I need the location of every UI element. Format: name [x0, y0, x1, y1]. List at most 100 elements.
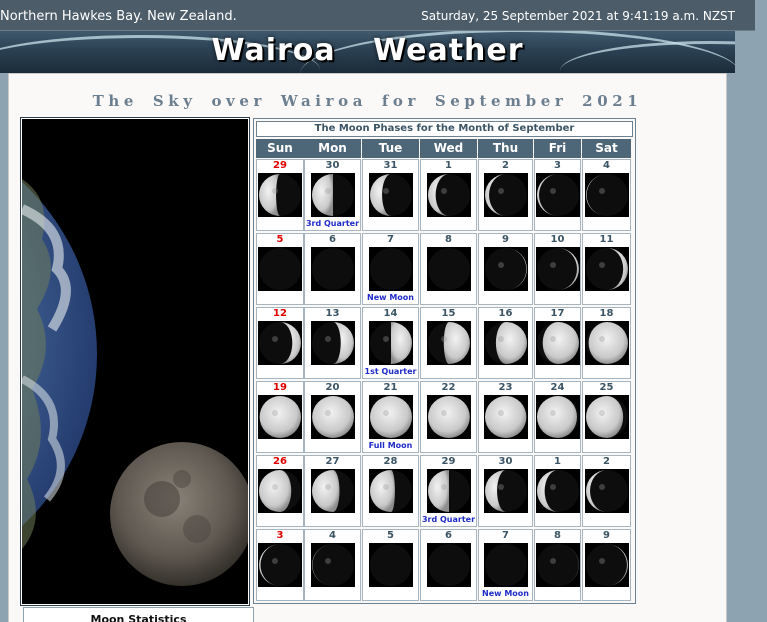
- moon-day-cell: 31: [362, 159, 419, 231]
- day-number: 25: [599, 382, 614, 393]
- moon-day-cell: 30 3rd Quarter: [304, 159, 361, 231]
- moon-phase-image: [585, 321, 629, 365]
- moon-phase-image: [369, 321, 413, 365]
- content-panel: The Sky over Wairoa for September 2021 T…: [8, 73, 727, 622]
- moon-phase-image: [311, 173, 355, 217]
- phase-label: Full Moon: [368, 441, 413, 450]
- moon-phase-image: [311, 321, 355, 365]
- moon-phase-image: [369, 173, 413, 217]
- moon-phase-image: [311, 469, 355, 513]
- moon-day-cell: 21 Full Moon: [362, 381, 419, 453]
- day-number: 28: [383, 456, 398, 467]
- moon-phase-image: [585, 469, 629, 513]
- day-number: 21: [383, 382, 398, 393]
- moon-phase-image: [427, 469, 471, 513]
- day-number: 23: [498, 382, 513, 393]
- day-number: 6: [329, 234, 336, 245]
- earth-moon-image: [20, 117, 250, 606]
- moon-day-cell: 15: [420, 307, 477, 379]
- day-number: 12: [273, 308, 287, 319]
- day-number: 31: [383, 160, 398, 171]
- moon-day-cell: 7 New Moon: [362, 233, 419, 305]
- moon-day-cell: 20: [304, 381, 361, 453]
- moon-day-cell: 13: [304, 307, 361, 379]
- moon-day-cell: 5: [256, 233, 304, 305]
- day-number: 15: [441, 308, 456, 319]
- moon-phase-image: [585, 543, 629, 587]
- site-banner: Wairoa Weather: [0, 31, 735, 73]
- moon-phase-image: [484, 469, 528, 513]
- moon-day-cell: 2: [582, 455, 631, 527]
- moon-day-cell: 27: [304, 455, 361, 527]
- day-number: 6: [445, 530, 452, 541]
- moon-day-cell: 4: [582, 159, 631, 231]
- moon-day-cell: 24: [534, 381, 581, 453]
- moon-phase-image: [536, 395, 580, 439]
- day-number: 2: [502, 160, 509, 171]
- moon-day-cell: 3: [256, 529, 304, 601]
- day-number: 7: [502, 530, 509, 541]
- earth-moon-picture: [22, 119, 248, 604]
- moon-day-cell: 9: [478, 233, 533, 305]
- moon-phase-image: [484, 395, 528, 439]
- moon-phase-image: [258, 469, 302, 513]
- day-header-sun: Sun: [256, 139, 304, 158]
- day-number: 1: [445, 160, 452, 171]
- moon-phase-image: [369, 247, 413, 291]
- day-number: 16: [498, 308, 513, 319]
- day-number: 13: [325, 308, 340, 319]
- day-number: 3: [276, 530, 284, 541]
- day-number: 18: [599, 308, 614, 319]
- day-number: 3: [554, 160, 561, 171]
- moon-phase-image: [427, 247, 471, 291]
- day-number: 17: [550, 308, 565, 319]
- moon-phase-image: [311, 247, 355, 291]
- moon-day-cell: 14 1st Quarter: [362, 307, 419, 379]
- day-number: 5: [276, 234, 284, 245]
- moon-phase-image: [258, 321, 302, 365]
- page-scrollbar[interactable]: [755, 0, 767, 622]
- day-number: 2: [603, 456, 610, 467]
- moon-statistics-title: Moon Statistics: [90, 613, 187, 622]
- moon-phase-image: [427, 321, 471, 365]
- moon-day-cell: 2: [478, 159, 533, 231]
- day-number: 9: [502, 234, 509, 245]
- moon-day-cell: 19: [256, 381, 304, 453]
- moon-day-cell: 18: [582, 307, 631, 379]
- top-info-bar: Northern Hawkes Bay. New Zealand. Saturd…: [0, 0, 755, 31]
- moon-day-cell: 29 3rd Quarter: [420, 455, 477, 527]
- moon-phase-image: [258, 173, 302, 217]
- moon-day-cell: 3: [534, 159, 581, 231]
- moon-day-cell: 4: [304, 529, 361, 601]
- moon-phase-image: [258, 395, 302, 439]
- day-header-fri: Fri: [534, 139, 581, 158]
- day-number: 30: [498, 456, 513, 467]
- moon-phase-image: [258, 543, 302, 587]
- moon-phase-image: [311, 395, 355, 439]
- moon-phase-image: [427, 173, 471, 217]
- day-header-wed: Wed: [420, 139, 477, 158]
- moon-phase-image: [585, 247, 629, 291]
- day-number: 9: [603, 530, 610, 541]
- day-number: 5: [387, 530, 394, 541]
- moon-day-cell: 16: [478, 307, 533, 379]
- day-number: 30: [325, 160, 340, 171]
- day-number: 11: [599, 234, 614, 245]
- day-number: 29: [273, 160, 287, 171]
- moon-phase-image: [311, 543, 355, 587]
- moon-phase-image: [427, 395, 471, 439]
- moon-day-cell: 11: [582, 233, 631, 305]
- moon-day-cell: 30: [478, 455, 533, 527]
- moon-day-cell: 29: [256, 159, 304, 231]
- day-number: 26: [273, 456, 287, 467]
- moon-day-cell: 5: [362, 529, 419, 601]
- moon-day-cell: 12: [256, 307, 304, 379]
- day-header-sat: Sat: [582, 139, 631, 158]
- day-number: 4: [329, 530, 336, 541]
- day-number: 20: [325, 382, 340, 393]
- phase-label: New Moon: [482, 589, 529, 598]
- phase-label: 3rd Quarter: [421, 515, 476, 524]
- site-title[interactable]: Wairoa Weather: [0, 33, 735, 68]
- moon-day-cell: 8: [420, 233, 477, 305]
- page-heading: The Sky over Wairoa for September 2021: [92, 92, 643, 110]
